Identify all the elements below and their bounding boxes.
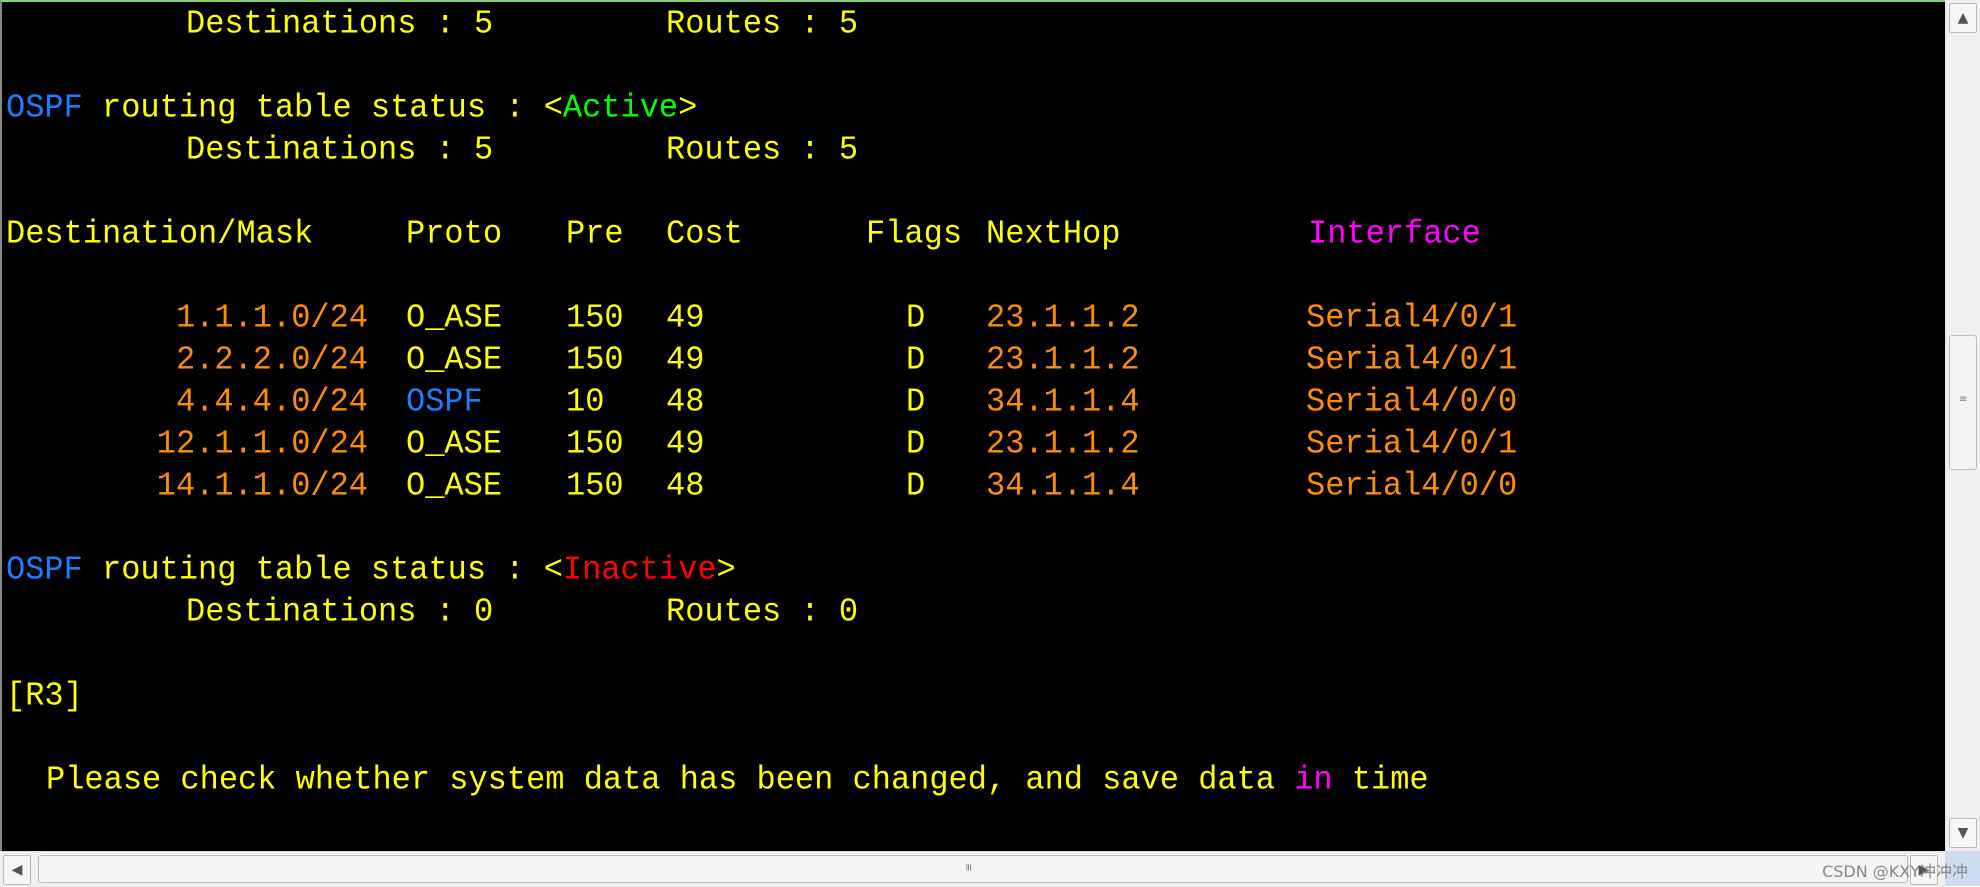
cell-flags: D <box>906 382 926 421</box>
inactive-status-line: OSPF routing table status : <Inactive> <box>2 548 736 592</box>
scroll-left-arrow-icon[interactable]: ◀ <box>3 855 31 885</box>
active-summary-line: Destinations : 5 Routes : 5 <box>2 128 858 172</box>
grip-icon: ≡ <box>962 863 974 872</box>
header-pre: Pre <box>566 214 624 253</box>
cell-flags: D <box>906 466 926 505</box>
cell-flags: D <box>906 340 926 379</box>
notice-line: Please check whether system data has bee… <box>2 758 1429 802</box>
status-text: routing table status : <box>82 88 544 127</box>
cli-prompt: [R3] <box>6 676 83 715</box>
cell-cost: 49 <box>666 298 705 337</box>
cell-proto: O_ASE <box>406 340 503 379</box>
bracket: < <box>543 550 563 589</box>
cell-cost: 48 <box>666 382 705 421</box>
cell-dest: 2.2.2.0/24 <box>175 340 368 379</box>
summary-line: Destinations : 5 Routes : 5 <box>2 2 858 46</box>
cell-proto: O_ASE <box>406 298 503 337</box>
notice-highlight: in <box>1294 760 1333 799</box>
cell-interface: Serial4/0/0 <box>1306 466 1518 505</box>
notice-text-end: time <box>1332 760 1429 799</box>
grip-icon: ≡ <box>1959 394 1968 405</box>
cell-nexthop: 34.1.1.4 <box>986 382 1140 421</box>
watermark: CSDN @KXY冲冲冲 <box>1822 862 1968 881</box>
proto-label: OSPF <box>6 88 83 127</box>
scroll-down-arrow-icon[interactable]: ▼ <box>1949 818 1977 848</box>
cell-nexthop: 34.1.1.4 <box>986 466 1140 505</box>
cell-interface: Serial4/0/1 <box>1306 424 1518 463</box>
scroll-up-arrow-icon[interactable]: ▲ <box>1949 3 1977 33</box>
vertical-scroll-thumb[interactable]: ≡ <box>1949 335 1977 470</box>
cell-flags: D <box>906 298 926 337</box>
cell-pre: 150 <box>566 466 624 505</box>
cell-nexthop: 23.1.1.2 <box>986 340 1140 379</box>
status-active: Active <box>562 88 679 127</box>
cell-cost: 48 <box>666 466 705 505</box>
destinations-count: Destinations : 0 <box>186 592 494 631</box>
inactive-summary-line: Destinations : 0 Routes : 0 <box>2 590 858 634</box>
header-flags: Flags <box>866 214 963 253</box>
cell-proto: O_ASE <box>406 466 503 505</box>
notice-text: Please check whether system data has bee… <box>46 760 1295 799</box>
cell-pre: 150 <box>566 298 624 337</box>
cell-nexthop: 23.1.1.2 <box>986 298 1140 337</box>
routes-count: Routes : 5 <box>666 4 859 43</box>
cell-dest: 1.1.1.0/24 <box>175 298 368 337</box>
prompt-line: [R3] <box>2 674 83 718</box>
horizontal-scrollbar[interactable]: ◀ ≡ ▶ <box>0 851 1945 887</box>
cell-pre: 150 <box>566 340 624 379</box>
cell-interface: Serial4/0/1 <box>1306 340 1518 379</box>
status-text: routing table status : <box>82 550 544 589</box>
cell-dest: 4.4.4.0/24 <box>175 382 368 421</box>
cell-interface: Serial4/0/0 <box>1306 382 1518 421</box>
status-inactive: Inactive <box>562 550 717 589</box>
destinations-count: Destinations : 5 <box>186 130 494 169</box>
terminal-output[interactable]: Destinations : 5 Routes : 5 OSPF routing… <box>0 0 1945 851</box>
routes-count: Routes : 0 <box>666 592 859 631</box>
cell-dest: 12.1.1.0/24 <box>156 424 368 463</box>
bracket: < <box>543 88 563 127</box>
destinations-count: Destinations : 5 <box>186 4 494 43</box>
cell-pre: 10 <box>566 382 605 421</box>
header-nexthop: NextHop <box>986 214 1121 253</box>
cell-cost: 49 <box>666 424 705 463</box>
header-proto: Proto <box>406 214 503 253</box>
bracket: > <box>678 88 698 127</box>
header-interface: Interface <box>1308 214 1481 253</box>
horizontal-scroll-thumb[interactable]: ≡ <box>38 855 1908 883</box>
header-dest: Destination/Mask <box>6 214 314 253</box>
cell-dest: 14.1.1.0/24 <box>156 466 368 505</box>
vertical-scrollbar[interactable]: ▲ ≡ ▼ <box>1945 0 1980 851</box>
cell-proto: OSPF <box>406 382 483 421</box>
cell-proto: O_ASE <box>406 424 503 463</box>
routes-count: Routes : 5 <box>666 130 859 169</box>
cell-flags: D <box>906 424 926 463</box>
cell-pre: 150 <box>566 424 624 463</box>
active-status-line: OSPF routing table status : <Active> <box>2 86 697 130</box>
proto-label: OSPF <box>6 550 83 589</box>
cell-cost: 49 <box>666 340 705 379</box>
header-cost: Cost <box>666 214 743 253</box>
bracket: > <box>716 550 736 589</box>
cell-nexthop: 23.1.1.2 <box>986 424 1140 463</box>
table-header: Destination/Mask Proto Pre Cost Flags Ne… <box>2 212 1481 256</box>
cell-interface: Serial4/0/1 <box>1306 298 1518 337</box>
